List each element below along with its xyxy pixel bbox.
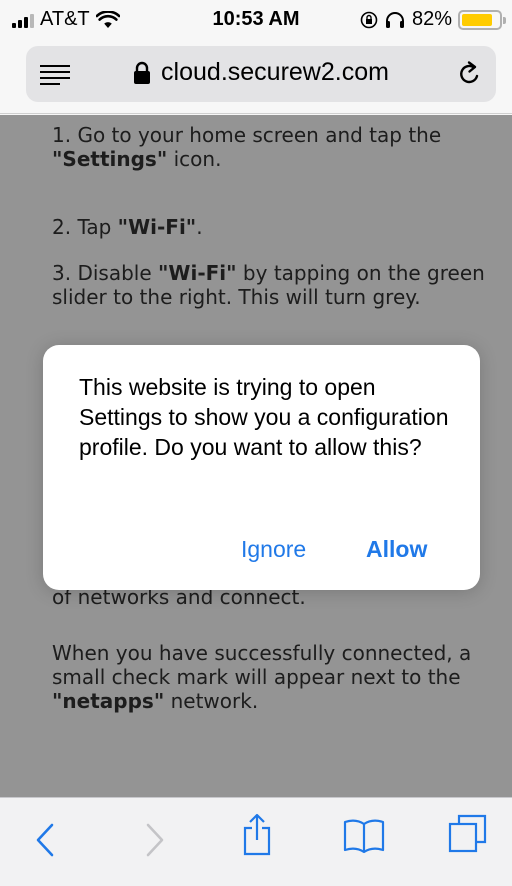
alert-dialog: This website is trying to open Settings … (43, 345, 480, 590)
url-text: cloud.securew2.com (161, 58, 389, 86)
url-display[interactable]: cloud.securew2.com (26, 58, 496, 87)
bottom-toolbar (0, 797, 512, 886)
battery-percent: 82% (411, 8, 452, 30)
allow-button[interactable]: Allow (366, 536, 427, 563)
reload-icon[interactable] (456, 60, 484, 88)
forward-icon[interactable] (144, 822, 166, 858)
battery-tip (503, 16, 506, 24)
address-area: cloud.securew2.com (0, 38, 512, 114)
status-right: 82% (360, 8, 506, 31)
tabs-icon[interactable] (448, 814, 488, 854)
battery-icon (458, 9, 506, 30)
share-icon[interactable] (242, 812, 272, 856)
lock-icon (134, 61, 151, 84)
address-bar[interactable]: cloud.securew2.com (26, 46, 496, 102)
bookmarks-icon[interactable] (343, 818, 385, 854)
alert-message: This website is trying to open Settings … (79, 374, 449, 460)
ignore-button[interactable]: Ignore (241, 536, 306, 563)
headphones-icon (385, 11, 404, 28)
battery-fill (462, 13, 492, 26)
status-bar: AT&T 10:53 AM 82% (0, 0, 512, 38)
back-icon[interactable] (34, 822, 56, 858)
orientation-lock-icon (360, 11, 378, 28)
